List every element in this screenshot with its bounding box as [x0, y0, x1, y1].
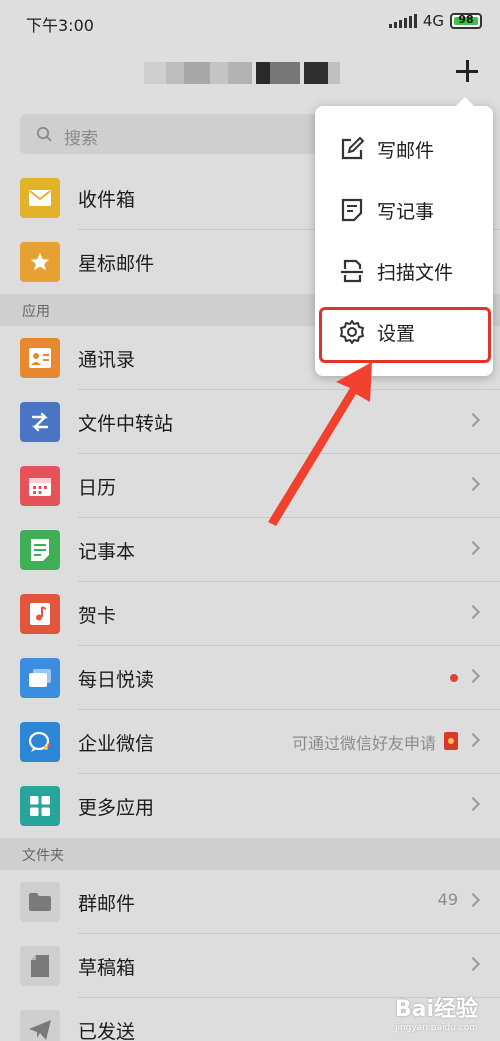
watermark-url: jingyan.baidu.com	[394, 1023, 478, 1033]
search-placeholder: 搜索	[64, 129, 98, 149]
contacts-icon	[20, 338, 60, 378]
gear-icon	[340, 320, 364, 344]
list-item-wework[interactable]: 企业微信 可通过微信好友申请	[0, 710, 500, 774]
add-button[interactable]	[450, 54, 484, 88]
wework-label: 企业微信	[78, 733, 155, 755]
battery-level: 98	[458, 13, 474, 26]
list-item-group-mail[interactable]: 群邮件 49	[0, 870, 500, 934]
menu-item-settings[interactable]: 设置	[315, 301, 493, 361]
calendar-label: 日历	[78, 477, 117, 499]
section-folders-label: 文件夹	[22, 848, 64, 864]
file-transfer-icon	[20, 402, 60, 442]
grid-icon	[20, 786, 60, 826]
greeting-card-icon	[20, 594, 60, 634]
inbox-label: 收件箱	[78, 189, 136, 211]
chevron-right-icon	[465, 956, 481, 972]
file-transfer-label: 文件中转站	[78, 413, 174, 435]
chevron-right-icon	[465, 412, 481, 428]
envelope-icon	[20, 178, 60, 218]
list-item-file-transfer[interactable]: 文件中转站	[0, 390, 500, 454]
status-indicators: 4G 98	[388, 12, 482, 30]
network-type: 4G	[422, 12, 444, 30]
list-item-greeting-card[interactable]: 贺卡	[0, 582, 500, 646]
menu-item-write-note[interactable]: 写记事	[315, 179, 493, 239]
daily-reading-label: 每日悦读	[78, 669, 155, 691]
red-packet-icon	[444, 732, 458, 750]
daily-reading-icon	[20, 658, 60, 698]
note-icon	[341, 198, 363, 222]
status-bar: 下午3:00 4G 98	[0, 0, 500, 44]
compose-icon	[341, 136, 365, 160]
list-item-daily-reading[interactable]: 每日悦读	[0, 646, 500, 710]
chevron-right-icon	[465, 892, 481, 908]
settings-label: 设置	[377, 323, 416, 345]
compose-label: 写邮件	[377, 140, 435, 162]
calendar-icon	[20, 466, 60, 506]
status-time: 下午3:00	[26, 16, 94, 35]
more-apps-label: 更多应用	[78, 797, 155, 819]
drafts-label: 草稿箱	[78, 957, 136, 979]
contacts-label: 通讯录	[78, 349, 136, 371]
chevron-right-icon	[465, 732, 481, 748]
chevron-right-icon	[465, 604, 481, 620]
chevron-right-icon	[465, 540, 481, 556]
greeting-card-label: 贺卡	[78, 605, 117, 627]
wework-hint: 可通过微信好友申请	[291, 734, 436, 753]
scan-icon	[341, 259, 363, 283]
scan-label: 扫描文件	[377, 262, 454, 284]
search-icon	[36, 126, 52, 142]
watermark: Bai经验 jingyan.baidu.com	[395, 991, 478, 1033]
starred-label: 星标邮件	[78, 253, 155, 275]
star-icon	[20, 242, 60, 282]
chevron-right-icon	[465, 668, 481, 684]
menu-item-compose[interactable]: 写邮件	[315, 118, 493, 178]
group-mail-count: 49	[437, 890, 458, 909]
notebook-icon	[20, 530, 60, 570]
draft-icon	[20, 946, 60, 986]
notebook-label: 记事本	[78, 541, 136, 563]
chevron-right-icon	[465, 796, 481, 812]
account-name-blurred	[144, 62, 340, 84]
unread-dot	[450, 674, 458, 682]
menu-item-scan[interactable]: 扫描文件	[315, 240, 493, 300]
list-item-drafts[interactable]: 草稿箱	[0, 934, 500, 998]
wework-icon	[20, 722, 60, 762]
signal-icon	[388, 14, 417, 28]
chevron-right-icon	[465, 476, 481, 492]
add-popup-menu: 写邮件 写记事 扫描文件 设置	[315, 97, 493, 376]
list-item-notebook[interactable]: 记事本	[0, 518, 500, 582]
group-mail-label: 群邮件	[78, 893, 136, 915]
write-note-label: 写记事	[377, 201, 435, 223]
paper-plane-icon	[20, 1010, 60, 1041]
section-header-folders: 文件夹	[0, 838, 500, 870]
list-item-more-apps[interactable]: 更多应用	[0, 774, 500, 838]
watermark-brand: Bai经验	[394, 997, 478, 1022]
sent-label: 已发送	[78, 1021, 136, 1041]
folder-icon	[20, 882, 60, 922]
list-item-calendar[interactable]: 日历	[0, 454, 500, 518]
section-apps-label: 应用	[22, 304, 50, 320]
battery-icon: 98	[450, 13, 482, 29]
